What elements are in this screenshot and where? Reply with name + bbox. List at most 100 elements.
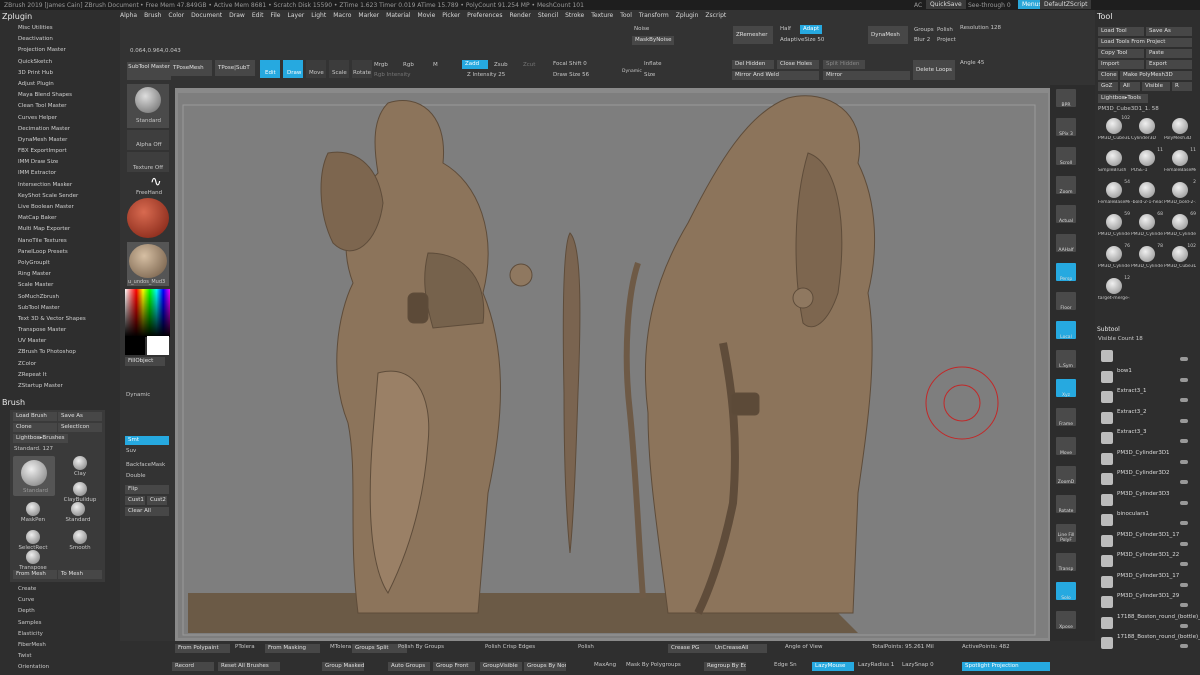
menu-zscript[interactable]: Zscript (705, 12, 726, 19)
adapt-button[interactable]: Adapt (800, 25, 822, 34)
shelf-transp-button[interactable]: Transp (1056, 553, 1076, 572)
brush-thumb[interactable]: Smooth (60, 530, 100, 556)
draw-mode-button[interactable]: Draw (283, 60, 303, 78)
shelf-move-button[interactable]: Move (1056, 437, 1076, 456)
plugin-item[interactable]: Intersection Masker (0, 180, 120, 191)
menu-file[interactable]: File (270, 12, 280, 19)
export-button[interactable]: Export (1146, 60, 1192, 69)
subtool-item[interactable]: Extract3_2 (1099, 408, 1192, 430)
plugin-item[interactable]: 3D Print Hub (0, 68, 120, 79)
tool-thumb[interactable]: 78 PM3D_Cylinder3 (1131, 244, 1163, 274)
bottom-row1-item[interactable]: ActivePoints: 482 (962, 644, 1010, 650)
menu-picker[interactable]: Picker (442, 12, 460, 19)
eye-icon[interactable] (1180, 644, 1188, 648)
shelf-line-fill-polyf-button[interactable]: Line Fill PolyF (1056, 524, 1076, 543)
plugin-item[interactable]: ZColor (0, 359, 120, 370)
subtool-item[interactable]: 17188_Boston_round_(bottle)_v (1099, 613, 1200, 635)
tool-thumb[interactable]: 68 PM3D_Cylinder3 (1131, 212, 1163, 242)
plugin-item[interactable]: SoMuchZbrush (0, 292, 120, 303)
menu-color[interactable]: Color (168, 12, 184, 19)
lightbox-brushes-button[interactable]: Lightbox▸Brushes (13, 434, 68, 443)
bottom-row1-item[interactable]: MTolera (330, 644, 351, 650)
tool-thumb[interactable]: 59 PM3D_Cylinder3 (1098, 212, 1130, 242)
rotate-mode-button[interactable]: Rotate (352, 60, 372, 78)
to-mesh-button[interactable]: To Mesh (58, 570, 102, 579)
eye-icon[interactable] (1180, 480, 1188, 484)
menu-draw[interactable]: Draw (229, 12, 245, 19)
zsub-toggle[interactable]: Zsub (494, 62, 508, 68)
subtool-item[interactable]: 17188_Boston_round_(bottle)_v (1099, 633, 1200, 655)
subtool-item[interactable]: PM3D_Cylinder3D1_17 (1099, 531, 1192, 553)
subtool-item[interactable]: PM3D_Cylinder3D2 (1099, 469, 1192, 491)
shelf-xyz-button[interactable]: Xyz (1056, 379, 1076, 398)
plugin-item[interactable]: MatCap Baker (0, 213, 120, 224)
plugin-item[interactable]: Live Boolean Master (0, 202, 120, 213)
load-brush-button[interactable]: Load Brush (13, 412, 57, 421)
selecticon-button[interactable]: SelectIcon (58, 423, 102, 432)
plugin-item[interactable]: Multi Map Exporter (0, 224, 120, 235)
plugin-item[interactable]: Decimation Master (0, 124, 120, 135)
load-tools-from-project-button[interactable]: Load Tools From Project (1098, 38, 1192, 47)
subtool-item[interactable] (1099, 346, 1192, 368)
subtool-item[interactable]: PM3D_Cylinder3D1_22 (1099, 551, 1192, 573)
plugin-item[interactable]: KeyShot Scale Sender (0, 191, 120, 202)
plugin-item[interactable]: DynaMesh Master (0, 135, 120, 146)
backfacemask-label[interactable]: BackfaceMask (126, 462, 165, 468)
save-tool-button[interactable]: Save As (1146, 27, 1192, 36)
project-toggle[interactable]: Project (937, 37, 956, 43)
bottom-row2-item[interactable]: Mask By Polygroups (626, 662, 681, 668)
bottom-row2-item[interactable]: LazyMouse (812, 662, 854, 671)
tool-thumb[interactable]: 54 FemaleBaseMes (1098, 180, 1130, 210)
eye-icon[interactable] (1180, 459, 1188, 464)
secondary-color-swatch[interactable] (125, 336, 145, 355)
menu-alpha[interactable]: Alpha (120, 12, 137, 19)
menu-transform[interactable]: Transform (639, 12, 669, 19)
goz-r-button[interactable]: R (1172, 82, 1192, 91)
menu-tool[interactable]: Tool (620, 12, 632, 19)
flip-button[interactable]: Flip (125, 485, 169, 494)
subtool-item[interactable]: PM3D_Cylinder3D1_17 (1099, 572, 1192, 594)
bottom-row2-item[interactable]: Reset All Brushes (218, 662, 280, 671)
goz-all-button[interactable]: All (1120, 82, 1140, 91)
menu-zplugin[interactable]: Zplugin (676, 12, 699, 19)
move-mode-button[interactable]: Move (306, 60, 326, 78)
shelf-actual-button[interactable]: Actual (1056, 205, 1076, 224)
dynamesh-button[interactable]: DynaMesh (868, 26, 908, 44)
close-holes-button[interactable]: Close Holes (777, 60, 819, 69)
plugin-item[interactable]: ZStartup Master (0, 381, 120, 392)
plugin-item[interactable]: SubTool Master (0, 303, 120, 314)
brush-header[interactable]: Brush (0, 396, 120, 409)
del-hidden-button[interactable]: Del Hidden (732, 60, 774, 69)
fillobject-button[interactable]: FillObject (125, 357, 165, 366)
bottom-row1-item[interactable]: Polish (578, 644, 594, 650)
polish-toggle[interactable]: Polish (937, 27, 953, 33)
bottom-row2-item[interactable]: Record (172, 662, 214, 671)
alpha-slot[interactable]: Alpha Off (127, 130, 169, 150)
bottom-row1-item[interactable]: From Polypaint (175, 644, 230, 653)
bottom-row2-item[interactable]: Group Masked (322, 662, 364, 671)
cust1-button[interactable]: Cust1 (125, 496, 145, 505)
bottom-row2-item[interactable]: Spotlight Projection (962, 662, 1050, 671)
color-picker[interactable] (125, 289, 170, 337)
material-red-sphere[interactable] (127, 198, 169, 238)
shelf-solo-button[interactable]: Solo (1056, 582, 1076, 601)
double-label[interactable]: Double (126, 473, 146, 479)
zadd-button[interactable]: Zadd (462, 60, 488, 69)
rgb-toggle[interactable]: Rgb (403, 62, 414, 68)
texture-slot[interactable]: Texture Off (127, 152, 169, 172)
import-button[interactable]: Import (1098, 60, 1144, 69)
tool-thumb[interactable]: 11 FemaleBaseMes (1164, 148, 1196, 178)
menu-texture[interactable]: Texture (591, 12, 613, 19)
menu-edit[interactable]: Edit (252, 12, 264, 19)
tool-thumb[interactable]: 102 PM3D_Cube3D (1098, 116, 1130, 146)
shelf-local-button[interactable]: Local (1056, 321, 1076, 340)
draw-size-slider[interactable]: Draw Size 56 (553, 72, 589, 78)
plugin-item[interactable]: ZBrush To Photoshop (0, 347, 120, 358)
eye-icon[interactable] (1180, 357, 1188, 361)
eye-icon[interactable] (1180, 582, 1188, 587)
plugin-item[interactable]: Adjust Plugin (0, 79, 120, 90)
lightbox-tools-button[interactable]: Lightbox▸Tools (1098, 94, 1148, 103)
plugin-item[interactable]: IMM Draw Size (0, 157, 120, 168)
save-brush-button[interactable]: Save As (58, 412, 102, 421)
mirror-and-weld-button[interactable]: Mirror And Weld (732, 71, 819, 80)
